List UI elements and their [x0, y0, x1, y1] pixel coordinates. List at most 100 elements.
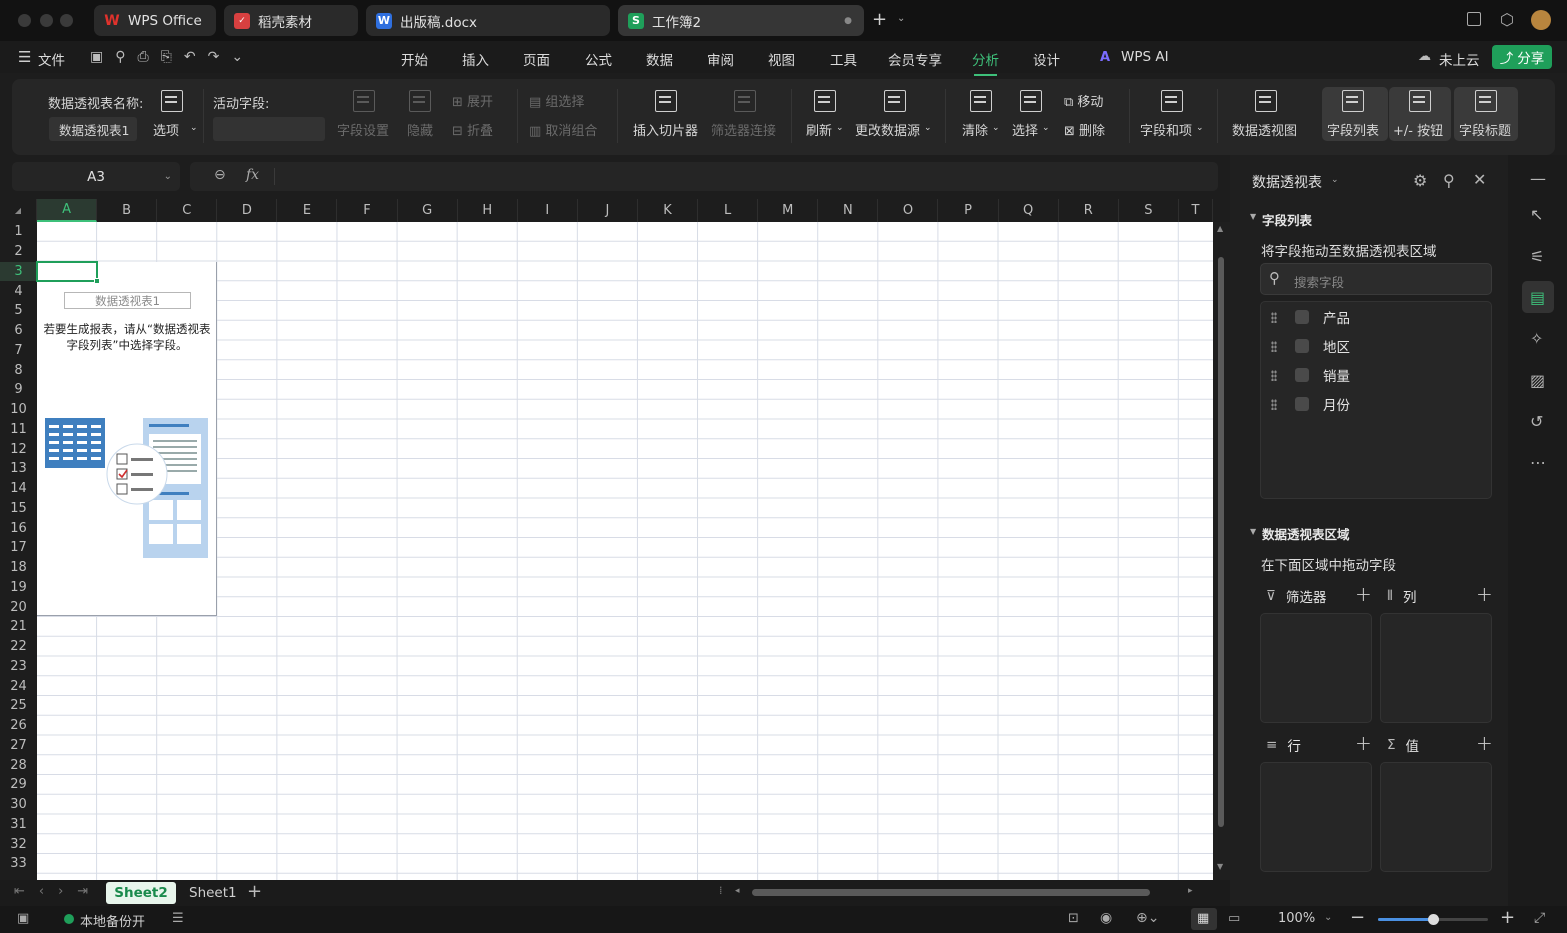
field-item-product[interactable]: 产品	[1261, 306, 1350, 328]
row-header[interactable]: 21	[0, 617, 37, 637]
scroll-thumb[interactable]	[1218, 257, 1224, 827]
move-button[interactable]: ⧉ 移动	[1064, 91, 1103, 110]
avatar[interactable]	[1531, 10, 1551, 30]
eye-icon[interactable]: ◉	[1100, 910, 1112, 926]
field-item-sales[interactable]: 销量	[1261, 364, 1350, 386]
pivot-chart-button[interactable]: 数据透视图	[1232, 120, 1297, 139]
column-header[interactable]: L	[698, 199, 759, 222]
expand-button[interactable]: ⊞ 展开	[452, 91, 493, 110]
row-header[interactable]: 33	[0, 854, 37, 874]
zoom-window-button[interactable]	[60, 14, 73, 27]
column-header[interactable]: O	[878, 199, 939, 222]
column-header[interactable]: I	[518, 199, 578, 222]
row-header[interactable]: 10	[0, 400, 37, 420]
menu-design[interactable]: 设计	[1033, 49, 1060, 69]
row-header[interactable]: 6	[0, 321, 37, 341]
image-icon[interactable]: ▨	[1530, 371, 1545, 390]
row-header[interactable]: 24	[0, 676, 37, 696]
active-cell-selection[interactable]	[36, 261, 100, 284]
options-button[interactable]: 选项	[153, 120, 179, 139]
scroll-left-icon[interactable]: ◂	[735, 886, 740, 896]
menu-data[interactable]: 数据	[646, 49, 673, 69]
scroll-up-icon[interactable]: ▲	[1217, 224, 1223, 233]
formula-input[interactable]: ⊖ fx	[190, 162, 1218, 191]
row-header[interactable]: 28	[0, 755, 37, 775]
doc-status-icon[interactable]: ▣	[17, 911, 29, 926]
local-backup-status[interactable]: 本地备份开	[80, 911, 145, 930]
row-header[interactable]: 31	[0, 815, 37, 835]
row-header[interactable]: 15	[0, 499, 37, 519]
row-header[interactable]: 19	[0, 578, 37, 598]
add-value-button[interactable]: +	[1476, 731, 1493, 755]
fullscreen-icon[interactable]: ⤢	[1534, 910, 1545, 926]
drag-handle-icon[interactable]	[1271, 311, 1277, 323]
zoom-slider[interactable]	[1378, 914, 1488, 925]
close-window-button[interactable]	[18, 14, 31, 27]
vertical-scrollbar[interactable]: ▲ ▼	[1213, 222, 1230, 880]
select-button[interactable]: 选择	[1012, 120, 1038, 139]
sliders-icon[interactable]: ⚟	[1530, 247, 1544, 266]
collapse-arrow-icon[interactable]: ▼	[1250, 212, 1256, 221]
add-row-button[interactable]: +	[1355, 731, 1372, 755]
hide-button[interactable]: 隐藏	[407, 120, 433, 139]
value-drop-zone[interactable]	[1380, 762, 1492, 872]
close-icon[interactable]: ✕	[1473, 170, 1486, 189]
gear-icon[interactable]: ⚙	[1413, 171, 1427, 190]
zoom-out-button[interactable]: −	[1350, 907, 1365, 928]
fx-icon[interactable]: fx	[246, 167, 259, 183]
cube-icon[interactable]: ⬡	[1500, 10, 1514, 29]
column-header[interactable]: G	[398, 199, 458, 222]
delete-button[interactable]: ⊠ 删除	[1064, 120, 1105, 139]
menu-wps-ai[interactable]: WPS AI	[1121, 49, 1169, 65]
share-button[interactable]: ⤴ 分享	[1492, 45, 1552, 69]
column-header[interactable]: H	[458, 199, 518, 222]
minimize-window-button[interactable]	[40, 14, 53, 27]
row-header[interactable]: 17	[0, 538, 37, 558]
drag-handle-icon[interactable]	[1271, 340, 1277, 352]
row-header[interactable]: 8	[0, 360, 37, 380]
row-header[interactable]: 9	[0, 380, 37, 400]
row-header[interactable]: 26	[0, 716, 37, 736]
column-header[interactable]: E	[277, 199, 338, 222]
row-header[interactable]: 14	[0, 479, 37, 499]
column-header[interactable]: K	[638, 199, 699, 222]
refresh-button[interactable]: 刷新	[806, 120, 832, 139]
column-header[interactable]: F	[338, 199, 398, 222]
row-header[interactable]: 5	[0, 301, 37, 321]
fields-items-button[interactable]: 字段和项	[1140, 120, 1192, 139]
scroll-right-icon[interactable]: ▸	[1188, 886, 1193, 896]
row-header[interactable]: 11	[0, 420, 37, 440]
row-header[interactable]: 16	[0, 518, 37, 538]
column-header[interactable]: D	[217, 199, 278, 222]
filter-connection-button[interactable]: 筛选器连接	[711, 120, 776, 139]
column-header[interactable]: S	[1119, 199, 1179, 222]
chevron-down-icon[interactable]: ⌄	[897, 13, 905, 24]
horizontal-scroll-thumb[interactable]	[752, 889, 1150, 896]
zoom-formula-icon[interactable]: ⊖	[214, 167, 226, 183]
tab-workbook[interactable]: S 工作簿2 ●	[618, 5, 864, 36]
field-checkbox[interactable]	[1295, 397, 1309, 411]
freeze-icon[interactable]: ⊕⌄	[1136, 910, 1159, 926]
ungroup-button[interactable]: ▥ 取消组合	[529, 120, 597, 139]
name-box[interactable]: A3 ⌄	[12, 162, 180, 191]
column-header[interactable]: Q	[999, 199, 1059, 222]
fill-handle[interactable]	[94, 278, 100, 284]
add-sheet-button[interactable]: +	[247, 881, 262, 902]
row-drop-zone[interactable]	[1260, 762, 1372, 872]
row-header[interactable]: 23	[0, 657, 37, 677]
history-icon[interactable]: ↺	[1530, 412, 1543, 431]
column-drop-zone[interactable]	[1380, 613, 1492, 723]
collapse-button[interactable]: ⊟ 折叠	[452, 120, 493, 139]
menu-analyze[interactable]: 分析	[972, 49, 999, 76]
column-header[interactable]: N	[818, 199, 879, 222]
select-all-corner[interactable]: ◢	[0, 199, 37, 222]
menu-review[interactable]: 审阅	[707, 49, 734, 69]
menu-tools[interactable]: 工具	[830, 49, 857, 69]
chevron-down-icon[interactable]: ⌄	[1331, 175, 1339, 185]
magic-icon[interactable]: ✧	[1530, 329, 1543, 348]
row-header[interactable]: 27	[0, 736, 37, 756]
change-source-button[interactable]: 更改数据源	[855, 120, 920, 139]
pin-icon[interactable]: ⚲	[1443, 171, 1455, 190]
column-header[interactable]: B	[97, 199, 158, 222]
row-header[interactable]: 30	[0, 795, 37, 815]
